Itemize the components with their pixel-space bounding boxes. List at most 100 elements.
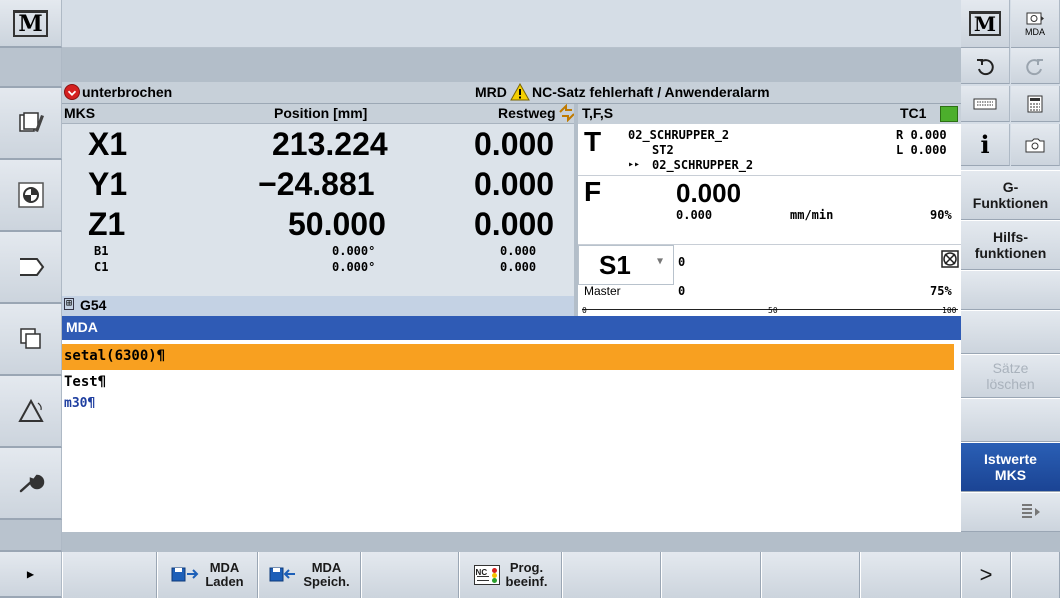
softkey-label: >	[979, 562, 993, 587]
axis-position: −24.881	[258, 166, 375, 202]
spindle-master-value: 0	[678, 284, 686, 298]
keyboard-icon	[973, 98, 997, 109]
editor-line[interactable]: Test¶	[62, 372, 954, 392]
frame-icon: ⊞	[64, 298, 75, 310]
bottom-softkey-1[interactable]	[62, 552, 157, 598]
axis-row: Z1 50.000 0.000	[62, 206, 574, 246]
right-softkey-6[interactable]	[961, 398, 1060, 442]
position-column-header: Position [mm]	[274, 105, 368, 121]
softkey-label: MDA Laden	[205, 560, 244, 589]
redo-button[interactable]	[1011, 48, 1060, 84]
softkey-label: Prog. beeinf.	[505, 560, 548, 589]
tfs-header: T,F,S TC1	[578, 104, 961, 124]
diagnostics-button[interactable]	[0, 304, 62, 376]
divider	[578, 175, 961, 176]
more-details-button[interactable]	[961, 492, 1060, 532]
calculator-button[interactable]	[1011, 86, 1060, 122]
folder-tab-icon	[19, 258, 44, 276]
setup-button[interactable]	[0, 448, 62, 520]
editor-line-selected[interactable]: setal(6300)¶	[62, 344, 954, 370]
channel-label: MRD	[475, 84, 507, 100]
warning-icon	[510, 83, 530, 101]
chevron-down-icon: ▼	[657, 256, 664, 267]
alarm-triangle-icon	[17, 398, 44, 422]
m-icon: M	[13, 9, 48, 37]
tool-length: L 0.000	[896, 143, 947, 157]
bottom-softkey-right[interactable]	[1011, 552, 1060, 598]
mda-button[interactable]: MDA	[1011, 0, 1060, 48]
editor-footer	[62, 532, 961, 552]
program-manager-button[interactable]	[0, 232, 62, 304]
bottom-softkey-4[interactable]	[361, 552, 459, 598]
axis-distance-to-go: 0.000	[474, 166, 555, 202]
alarm-button[interactable]	[0, 376, 62, 448]
info-icon: i	[980, 130, 990, 159]
program-button[interactable]	[0, 160, 62, 232]
axis-position: 0.000°	[332, 244, 376, 258]
axis-row-small: B1 0.000° 0.000	[62, 244, 574, 260]
info-button[interactable]: i	[961, 124, 1010, 166]
parameter-icon	[18, 112, 44, 132]
expand-button[interactable]: ▶	[0, 552, 62, 598]
left-softkey-spacer	[0, 520, 62, 552]
tool-name: 02_SCHRUPPER_2	[628, 128, 730, 142]
right-softkey-3[interactable]	[961, 270, 1060, 310]
auxiliary-functions-button[interactable]: Hilfs- funktionen	[961, 220, 1060, 270]
editor-line-text: setal(6300)¶	[64, 348, 166, 364]
right-softkey-4[interactable]	[961, 310, 1060, 354]
spindle-stop-icon	[941, 250, 959, 268]
tool-carrier-label: TC1	[900, 105, 927, 121]
actual-values-mks-button[interactable]: Istwerte MKS	[961, 442, 1060, 492]
position-panel: X1 213.224 0.000 Y1 −24.881 0.000 Z1 50.…	[62, 124, 574, 296]
keyboard-button[interactable]	[961, 86, 1010, 122]
axis-name: Y1	[88, 166, 128, 202]
bottom-softkey-8[interactable]	[761, 552, 860, 598]
g-functions-button[interactable]: G- Funktionen	[961, 170, 1060, 220]
spindle-master-label: Master	[584, 284, 621, 298]
feed-unit: mm/min	[790, 208, 834, 222]
delete-blocks-button[interactable]: Sätze löschen	[961, 354, 1060, 398]
spindle-label: S1	[599, 250, 631, 280]
distance-to-go-header: Restweg	[498, 105, 556, 121]
title-bar	[62, 0, 961, 48]
tool-radius: R 0.000	[896, 128, 947, 142]
machine-button[interactable]: M	[961, 0, 1010, 48]
axis-name: C1	[94, 260, 109, 274]
mda-load-button[interactable]: MDA Laden	[157, 552, 258, 598]
axis-row: Y1 −24.881 0.000	[62, 166, 574, 206]
scale-label: 50	[768, 306, 778, 315]
position-header: MKS Position [mm] Restweg	[62, 104, 575, 124]
parameter-button[interactable]	[0, 88, 62, 160]
program-control-button[interactable]: NC Prog. beeinf.	[459, 552, 562, 598]
tool-label: T	[584, 126, 602, 157]
next-softkey-bar-button[interactable]: >	[961, 552, 1011, 598]
machine-area-button[interactable]: M	[0, 0, 62, 48]
mda-save-button[interactable]: MDA Speich.	[258, 552, 361, 598]
save-disk-icon	[269, 567, 296, 582]
undo-button[interactable]	[961, 48, 1010, 84]
next-tool-name: 02_SCHRUPPER_2	[652, 158, 754, 172]
editor-line-text: Test¶	[64, 374, 107, 390]
axis-distance-to-go: 0.000	[500, 244, 537, 258]
tfs-panel: T,F,S TC1 T 02_SCHRUPPER_2 ST2 R 0.000 L…	[574, 104, 961, 316]
bottom-softkey-6[interactable]	[562, 552, 661, 598]
bottom-softkey-9[interactable]	[860, 552, 961, 598]
softkey-label: G- Funktionen	[972, 179, 1049, 211]
coord-system-label: MKS	[64, 105, 96, 121]
mda-editor[interactable]: setal(6300)¶ Test¶ m30¶	[62, 340, 961, 532]
stop-icon	[64, 84, 80, 100]
alarm-text: NC-Satz fehlerhaft / Anwenderalarm	[532, 84, 770, 100]
bottom-softkey-7[interactable]	[661, 552, 761, 598]
m-icon: M	[968, 11, 1002, 36]
spindle-select[interactable]: S1 ▼	[578, 245, 674, 285]
left-softkey-spacer	[0, 48, 62, 88]
nc-program-icon: NC	[473, 565, 500, 585]
feed-value: 0.000	[676, 178, 742, 208]
softkey-label: Sätze löschen	[986, 360, 1035, 392]
program-state: unterbrochen	[82, 84, 173, 100]
axis-distance-to-go: 0.000	[500, 260, 537, 274]
feed-actual: 0.000	[676, 208, 713, 222]
editor-line[interactable]: m30¶	[62, 394, 954, 414]
screenshot-button[interactable]	[1011, 124, 1060, 166]
copy-icon	[19, 328, 41, 349]
